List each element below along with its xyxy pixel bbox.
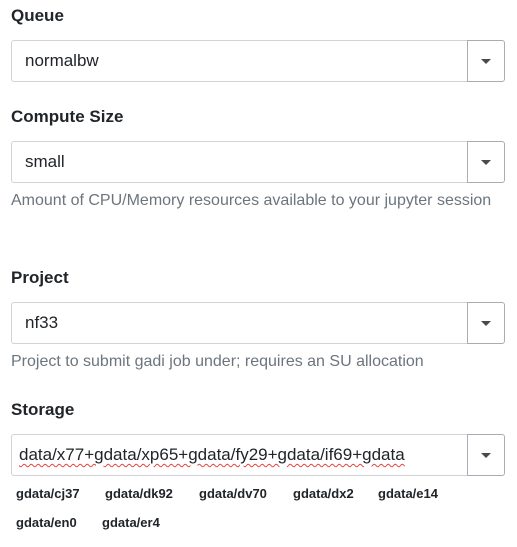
storage-dropdown-button[interactable] [467, 434, 505, 476]
queue-label: Queue [11, 6, 64, 25]
compute-size-dropdown-button[interactable] [467, 141, 505, 183]
project-select[interactable]: nf33 [11, 302, 505, 344]
storage-tag[interactable]: gdata/dv70 [199, 485, 267, 503]
project-value[interactable]: nf33 [11, 302, 467, 344]
compute-size-select[interactable]: small [11, 141, 505, 183]
queue-select[interactable]: normalbw [11, 40, 505, 82]
storage-tag[interactable]: gdata/dx2 [293, 485, 354, 503]
storage-tag[interactable]: gdata/dk92 [105, 485, 173, 503]
queue-value[interactable]: normalbw [11, 40, 467, 82]
compute-size-value[interactable]: small [11, 141, 467, 183]
storage-tag[interactable]: gdata/cj37 [16, 485, 80, 503]
compute-size-label: Compute Size [11, 107, 124, 126]
jupyter-launch-form: Queue normalbw Compute Size small Amount… [0, 0, 517, 547]
storage-select[interactable]: data/x77+gdata/xp65+gdata/fy29+gdata/if6… [11, 434, 505, 476]
storage-value: data/x77+gdata/xp65+gdata/fy29+gdata/if6… [19, 445, 405, 464]
chevron-down-icon [481, 452, 491, 458]
queue-dropdown-button[interactable] [467, 40, 505, 82]
chevron-down-icon [481, 159, 491, 165]
compute-size-help: Amount of CPU/Memory resources available… [11, 192, 492, 209]
chevron-down-icon [481, 320, 491, 326]
storage-tag[interactable]: gdata/er4 [102, 514, 160, 532]
project-help: Project to submit gadi job under; requir… [11, 353, 424, 370]
storage-input[interactable]: data/x77+gdata/xp65+gdata/fy29+gdata/if6… [11, 434, 467, 476]
chevron-down-icon [481, 58, 491, 64]
storage-label: Storage [11, 400, 75, 419]
project-dropdown-button[interactable] [467, 302, 505, 344]
storage-tag[interactable]: gdata/e14 [378, 485, 438, 503]
storage-tag[interactable]: gdata/en0 [16, 514, 77, 532]
project-label: Project [11, 268, 69, 287]
